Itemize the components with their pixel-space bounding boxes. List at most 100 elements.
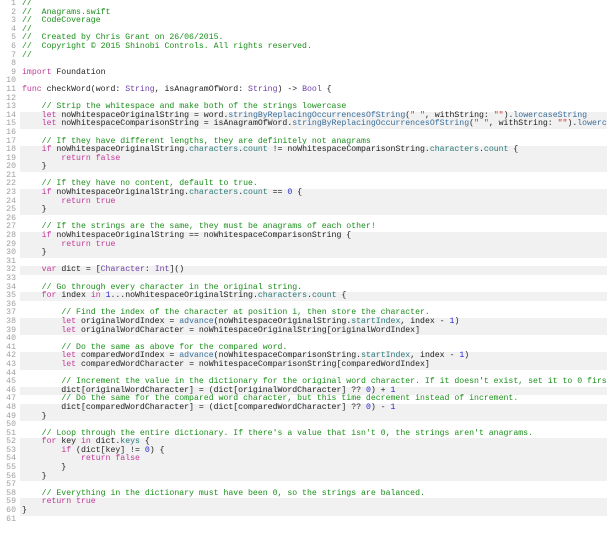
token-text: , isAnagramOfWord: bbox=[155, 85, 248, 94]
code-line[interactable]: return true bbox=[20, 198, 607, 207]
token-text: checkWord(word: bbox=[42, 85, 126, 94]
token-keyword: return bbox=[81, 454, 110, 463]
code-line[interactable]: return false bbox=[20, 455, 607, 464]
token-type: Character bbox=[101, 265, 145, 274]
code-line[interactable]: // bbox=[20, 52, 607, 61]
code-line[interactable]: let noWhitespaceComparisonString = isAna… bbox=[20, 120, 607, 129]
token-bool: true bbox=[96, 197, 116, 206]
token-text: } bbox=[22, 506, 27, 515]
token-text: noWhitespaceComparisonString = isAnagram… bbox=[56, 119, 292, 128]
token-type: Bool bbox=[302, 85, 322, 94]
token-text bbox=[22, 291, 42, 300]
code-line[interactable]: } bbox=[20, 206, 607, 215]
line-number: 61 bbox=[0, 516, 16, 525]
token-keyword: let bbox=[42, 119, 57, 128]
code-line[interactable]: // Copyright © 2015 Shinobi Controls. Al… bbox=[20, 43, 607, 52]
token-ident: count bbox=[484, 145, 509, 154]
token-text: comparedWordCharacter = noWhitespaceComp… bbox=[76, 360, 430, 369]
token-bool: false bbox=[115, 454, 140, 463]
token-text: } bbox=[22, 205, 47, 214]
token-text: index bbox=[56, 291, 90, 300]
code-line[interactable]: // Everything in the dictionary must hav… bbox=[20, 490, 607, 499]
token-ident: count bbox=[243, 145, 268, 154]
token-comment: // CodeCoverage bbox=[22, 16, 101, 25]
code-line[interactable]: // Anagrams.swift bbox=[20, 9, 607, 18]
token-text: { bbox=[508, 145, 518, 154]
token-text: != noWhitespaceComparisonString. bbox=[268, 145, 430, 154]
code-line[interactable]: import Foundation bbox=[20, 69, 607, 78]
token-text: == bbox=[268, 188, 288, 197]
token-text: ). bbox=[567, 119, 577, 128]
code-line[interactable]: for index in 1...noWhitespaceOriginalStr… bbox=[20, 292, 607, 301]
token-text bbox=[22, 119, 42, 128]
token-text: ]() bbox=[169, 265, 184, 274]
token-keyword: let bbox=[61, 326, 76, 335]
token-keyword: for bbox=[42, 291, 57, 300]
token-text: dict[comparedWordCharacter] = (dict[comp… bbox=[22, 403, 366, 412]
token-method: stringByReplacingOccurrencesOfString bbox=[292, 119, 469, 128]
token-text: ) { bbox=[150, 446, 165, 455]
token-text: ) bbox=[454, 317, 459, 326]
token-ident: count bbox=[243, 188, 268, 197]
token-keyword: let bbox=[61, 360, 76, 369]
token-keyword: return bbox=[42, 497, 71, 506]
token-ident: count bbox=[312, 291, 337, 300]
code-editor[interactable]: 1234567891011121314151617181920212223242… bbox=[0, 0, 607, 533]
token-type: Int bbox=[155, 265, 170, 274]
token-bool: true bbox=[76, 497, 96, 506]
token-ident: characters bbox=[189, 145, 238, 154]
code-line[interactable]: func checkWord(word: String, isAnagramOf… bbox=[20, 86, 607, 95]
code-line[interactable]: return true bbox=[20, 241, 607, 250]
token-text bbox=[22, 265, 42, 274]
token-keyword: func bbox=[22, 85, 42, 94]
code-line[interactable]: return false bbox=[20, 155, 607, 164]
token-text: ) -> bbox=[278, 85, 303, 94]
token-keyword: return bbox=[61, 240, 90, 249]
token-bool: true bbox=[96, 240, 116, 249]
token-text: originalWordCharacter = noWhitespaceOrig… bbox=[76, 326, 420, 335]
token-keyword: return bbox=[61, 154, 90, 163]
token-method: lowercaseString bbox=[577, 119, 607, 128]
token-keyword: in bbox=[91, 291, 101, 300]
token-num: 1 bbox=[391, 403, 396, 412]
line-number-gutter: 1234567891011121314151617181920212223242… bbox=[0, 0, 20, 533]
token-ident: characters bbox=[430, 145, 479, 154]
token-keyword: return bbox=[61, 197, 90, 206]
token-text: , withString: bbox=[489, 119, 558, 128]
token-type: String bbox=[248, 85, 277, 94]
code-line[interactable]: dict[comparedWordCharacter] = (dict[comp… bbox=[20, 404, 607, 413]
code-line[interactable]: } bbox=[20, 163, 607, 172]
code-line[interactable]: } bbox=[20, 473, 607, 482]
token-text: } bbox=[22, 162, 47, 171]
token-text bbox=[22, 326, 61, 335]
token-type: String bbox=[125, 85, 154, 94]
code-line[interactable] bbox=[20, 60, 607, 69]
code-line[interactable]: let originalWordCharacter = noWhitespace… bbox=[20, 327, 607, 336]
token-keyword: import bbox=[22, 68, 51, 77]
token-text: { bbox=[292, 188, 302, 197]
token-bool: false bbox=[96, 154, 121, 163]
code-line[interactable]: return true bbox=[20, 498, 607, 507]
token-string: "" bbox=[558, 119, 568, 128]
code-area[interactable]: //// Anagrams.swift// CodeCoverage//// C… bbox=[20, 0, 607, 533]
code-line[interactable]: } bbox=[20, 507, 607, 516]
code-line[interactable]: } bbox=[20, 413, 607, 422]
token-text: ) - bbox=[371, 403, 391, 412]
token-text: dict = [ bbox=[56, 265, 100, 274]
code-line[interactable]: let comparedWordCharacter = noWhitespace… bbox=[20, 361, 607, 370]
token-text: ...noWhitespaceOriginalString. bbox=[110, 291, 257, 300]
token-text: Foundation bbox=[51, 68, 105, 77]
token-string: " " bbox=[474, 119, 489, 128]
token-text bbox=[22, 360, 61, 369]
token-text: } bbox=[22, 472, 47, 481]
token-text: } bbox=[22, 412, 47, 421]
token-comment: // Copyright © 2015 Shinobi Controls. Al… bbox=[22, 42, 312, 51]
token-text: : bbox=[145, 265, 155, 274]
code-line[interactable]: var dict = [Character: Int]() bbox=[20, 266, 607, 275]
code-line[interactable]: } bbox=[20, 464, 607, 473]
code-line[interactable]: } bbox=[20, 249, 607, 258]
code-line[interactable] bbox=[20, 516, 607, 525]
token-keyword: var bbox=[42, 265, 57, 274]
token-text: } bbox=[22, 248, 47, 257]
code-line[interactable]: // CodeCoverage bbox=[20, 17, 607, 26]
